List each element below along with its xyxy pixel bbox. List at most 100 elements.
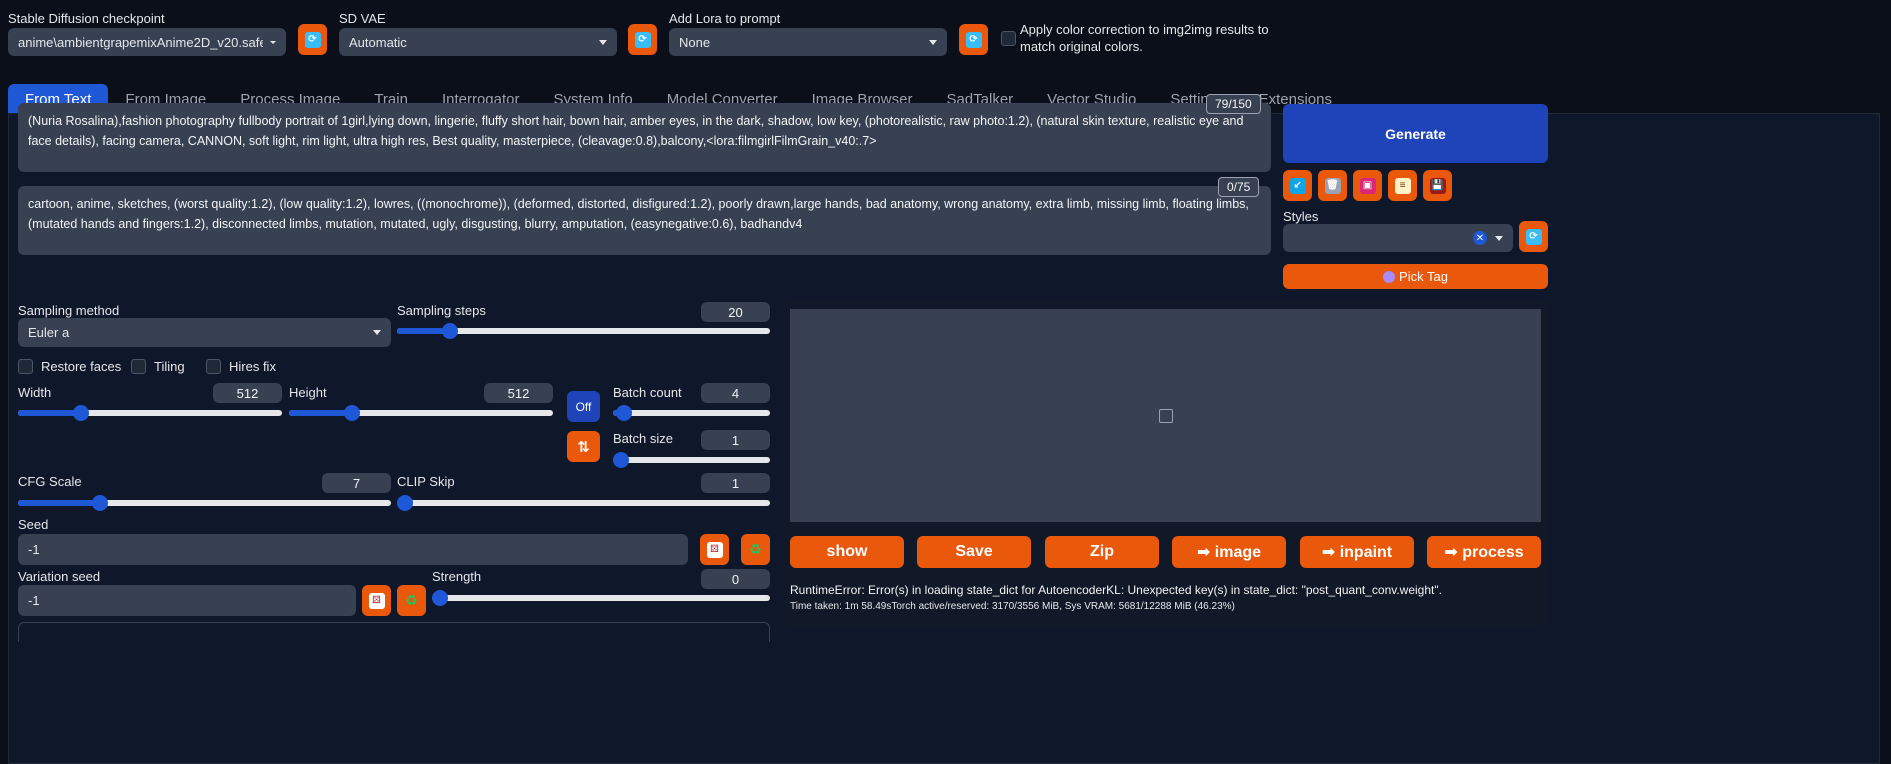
clear-prompt-button[interactable]: 🗑: [1318, 170, 1347, 201]
chevron-down-icon: [929, 39, 937, 45]
sampling-steps-input[interactable]: 20: [701, 302, 770, 322]
prompt-text: (Nuria Rosalina),fashion photography ful…: [28, 114, 1244, 148]
send-to-process-button[interactable]: ➡ process: [1427, 536, 1541, 568]
refresh-vae-button[interactable]: ⟳: [628, 24, 657, 55]
width-slider[interactable]: [18, 405, 282, 421]
image-placeholder-icon: [1158, 408, 1173, 423]
vae-value: Automatic: [349, 34, 407, 50]
cfg-scale-input[interactable]: 7: [322, 473, 391, 493]
pick-tag-label: Pick Tag: [1399, 269, 1448, 284]
random-variation-seed-button[interactable]: ⚄: [362, 585, 391, 616]
prompt-textarea[interactable]: (Nuria Rosalina),fashion photography ful…: [18, 103, 1271, 172]
cfg-scale-slider[interactable]: [18, 495, 391, 511]
negative-prompt-textarea[interactable]: cartoon, anime, sketches, (worst quality…: [18, 186, 1271, 255]
send-to-image-button[interactable]: ➡ image: [1172, 536, 1286, 568]
hires-fix-checkbox[interactable]: [206, 359, 221, 374]
variation-seed-input[interactable]: -1: [18, 585, 356, 616]
height-input[interactable]: 512: [484, 383, 553, 403]
tiling-option[interactable]: Tiling: [131, 359, 185, 374]
slider-thumb[interactable]: [616, 405, 632, 421]
seed-label: Seed: [18, 517, 49, 532]
slider-fill: [18, 500, 100, 506]
chevron-down-icon: [599, 39, 607, 45]
sampling-steps-label: Sampling steps: [397, 303, 486, 318]
chevron-down-icon: [270, 40, 276, 44]
vae-label: SD VAE: [339, 11, 386, 26]
random-seed-button[interactable]: ⚄: [700, 534, 729, 565]
hires-off-button[interactable]: Off: [567, 391, 600, 422]
slider-thumb[interactable]: [344, 405, 360, 421]
trash-icon: 🗑: [1324, 177, 1341, 194]
save-style-button[interactable]: 💾: [1423, 170, 1452, 201]
show-button[interactable]: show: [790, 536, 904, 568]
slider-thumb[interactable]: [397, 495, 413, 511]
seed-input[interactable]: -1: [18, 534, 688, 565]
strength-label: Strength: [432, 569, 482, 584]
refresh-checkpoint-button[interactable]: ⟳: [298, 24, 327, 55]
clip-skip-slider[interactable]: [397, 495, 770, 511]
width-input[interactable]: 512: [213, 383, 282, 403]
checkpoint-value: anime\ambientgrapemixAnime2D_v20.safeten…: [18, 34, 263, 50]
batch-size-input[interactable]: 1: [701, 430, 770, 450]
refresh-styles-button[interactable]: ⟳: [1519, 221, 1548, 252]
batch-count-slider[interactable]: [613, 405, 770, 421]
tiling-label: Tiling: [154, 359, 185, 374]
pick-tag-button[interactable]: Pick Tag: [1283, 264, 1548, 289]
slider-thumb[interactable]: [613, 452, 629, 468]
reuse-variation-seed-button[interactable]: ♻: [397, 585, 426, 616]
height-slider[interactable]: [289, 405, 553, 421]
card-icon: ▣: [1359, 177, 1376, 194]
strength-input[interactable]: 0: [701, 569, 770, 589]
error-message: RuntimeError: Error(s) in loading state_…: [790, 583, 1442, 597]
slider-thumb[interactable]: [442, 323, 458, 339]
clipboard-icon: ≡: [1394, 177, 1411, 194]
batch-count-input[interactable]: 4: [701, 383, 770, 403]
refresh-icon: ⟳: [634, 31, 651, 48]
save-button[interactable]: Save: [917, 536, 1031, 568]
refresh-icon: ⟳: [1525, 228, 1542, 245]
dice-icon: ⚄: [706, 541, 723, 558]
checkpoint-select[interactable]: anime\ambientgrapemixAnime2D_v20.safeten…: [8, 28, 286, 56]
clip-skip-label: CLIP Skip: [397, 474, 455, 489]
generate-button[interactable]: Generate: [1283, 104, 1548, 163]
paste-params-button[interactable]: ↙: [1283, 170, 1312, 201]
recycle-icon: ♻: [405, 592, 418, 608]
hires-fix-option[interactable]: Hires fix: [206, 359, 276, 374]
slider-thumb[interactable]: [92, 495, 108, 511]
vae-select[interactable]: Automatic: [339, 28, 617, 56]
refresh-lora-button[interactable]: ⟳: [959, 24, 988, 55]
sampling-method-label: Sampling method: [18, 303, 120, 318]
apply-style-button[interactable]: ≡: [1388, 170, 1417, 201]
floppy-disk-icon: 💾: [1429, 177, 1446, 194]
slider-fill: [18, 410, 81, 416]
sampling-steps-slider[interactable]: [397, 323, 770, 339]
output-image-area: [790, 309, 1541, 522]
slider-thumb[interactable]: [432, 590, 448, 606]
variation-seed-value: -1: [28, 593, 40, 608]
reuse-seed-button[interactable]: ♻: [741, 534, 770, 565]
batch-size-slider[interactable]: [613, 452, 770, 468]
sampling-method-select[interactable]: Euler a: [18, 318, 391, 347]
restore-faces-option[interactable]: Restore faces: [18, 359, 121, 374]
color-correction-label: Apply color correction to img2img result…: [1020, 22, 1269, 54]
send-to-inpaint-button[interactable]: ➡ inpaint: [1300, 536, 1414, 568]
zip-button[interactable]: Zip: [1045, 536, 1159, 568]
lora-select[interactable]: None: [669, 28, 947, 56]
extra-networks-button[interactable]: ▣: [1353, 170, 1382, 201]
strength-slider[interactable]: [432, 590, 770, 606]
tag-icon: [1383, 270, 1396, 283]
negative-token-counter: 0/75: [1218, 177, 1260, 197]
swap-dimensions-button[interactable]: ⇅: [567, 431, 600, 462]
slider-thumb[interactable]: [73, 405, 89, 421]
styles-select[interactable]: ✕: [1283, 224, 1513, 252]
color-correction-checkbox[interactable]: [1001, 31, 1016, 46]
clear-icon[interactable]: ✕: [1473, 231, 1487, 245]
lora-value: None: [679, 34, 711, 50]
restore-faces-checkbox[interactable]: [18, 359, 33, 374]
tiling-checkbox[interactable]: [131, 359, 146, 374]
variation-seed-label: Variation seed: [18, 569, 101, 584]
checkpoint-label: Stable Diffusion checkpoint: [8, 11, 165, 26]
clip-skip-input[interactable]: 1: [701, 473, 770, 493]
lora-label: Add Lora to prompt: [669, 11, 781, 26]
arrow-icon: ↙: [1289, 177, 1306, 194]
